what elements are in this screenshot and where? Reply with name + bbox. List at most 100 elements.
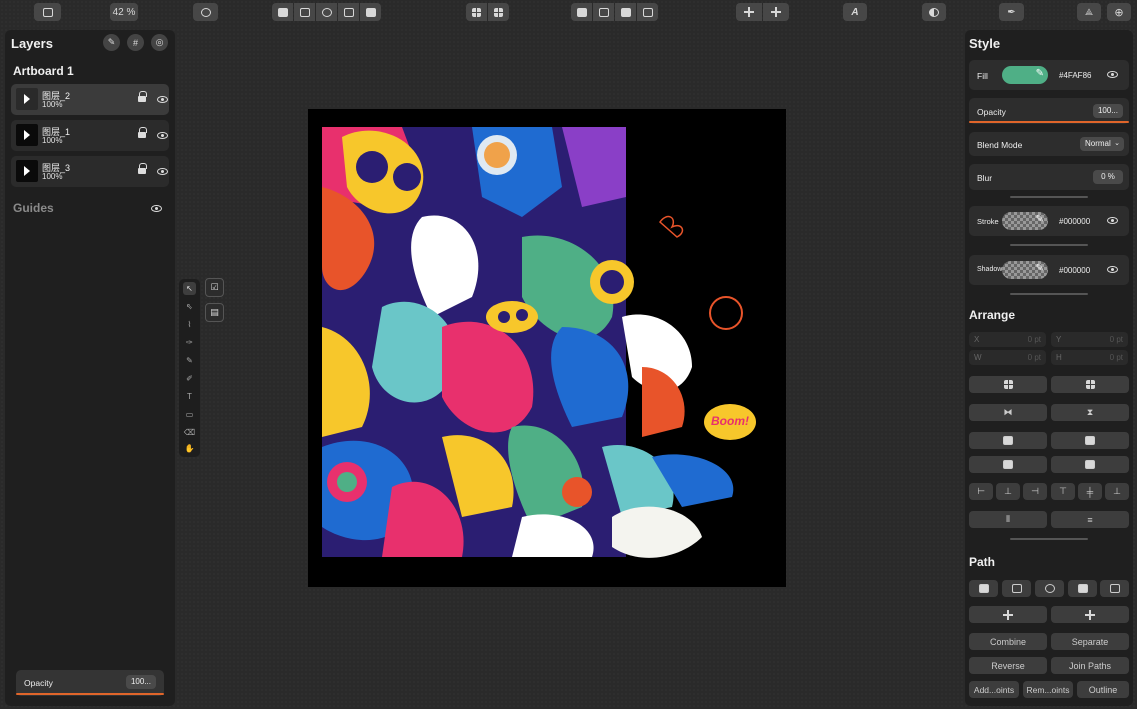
stroke-eye-off-icon[interactable] xyxy=(1107,217,1118,224)
path-divide-button[interactable] xyxy=(1100,580,1129,597)
brush-tool[interactable]: ✐ xyxy=(183,372,196,385)
flip-horizontal-button[interactable]: ⧓ xyxy=(969,404,1047,421)
align-top-button[interactable]: ⊤ xyxy=(1051,483,1075,500)
opacity-value[interactable]: 100... xyxy=(1093,104,1123,118)
node-tool[interactable]: ⌇ xyxy=(183,318,196,331)
pen-tool-button[interactable]: ✒ xyxy=(999,3,1024,21)
eye-icon[interactable] xyxy=(157,168,168,175)
scale-button[interactable] xyxy=(763,3,789,21)
unlock-icon[interactable] xyxy=(138,163,147,175)
layer-row[interactable]: 图层_1 100% xyxy=(11,120,169,151)
text-tool-button[interactable]: A xyxy=(843,3,867,21)
reverse-button[interactable]: Reverse xyxy=(969,657,1047,674)
y-field[interactable]: Y 0 pt xyxy=(1051,332,1128,347)
add-points-button[interactable]: Add...oints xyxy=(969,681,1019,698)
blur-slider[interactable]: Blur 0 % xyxy=(969,164,1129,190)
path-scale-button[interactable] xyxy=(1051,606,1129,623)
artboard-canvas[interactable]: Boom! xyxy=(308,109,786,587)
align-center-v-button[interactable]: ╪ xyxy=(1078,483,1102,500)
send-backward-button[interactable] xyxy=(615,3,636,21)
stroke-label: Stroke xyxy=(977,217,999,226)
path-subtract-button[interactable] xyxy=(1002,580,1031,597)
join-paths-button[interactable]: Join Paths xyxy=(1051,657,1129,674)
bring-forward-button[interactable] xyxy=(593,3,614,21)
pencil-tool-button[interactable] xyxy=(193,3,218,21)
fill-eye-icon[interactable] xyxy=(1107,71,1118,78)
pencil-tool[interactable]: ✎ xyxy=(183,354,196,367)
send-backward-button[interactable] xyxy=(969,456,1047,473)
align-bottom-button[interactable]: ⊥ xyxy=(1105,483,1129,500)
distribute-v-button[interactable]: ≡ xyxy=(1051,511,1129,528)
guides-eye-icon[interactable] xyxy=(151,205,162,212)
layer-row[interactable]: 图层_3 100% xyxy=(11,156,169,187)
intersect-button[interactable] xyxy=(316,3,337,21)
layer-opacity-slider[interactable]: Opacity 100... xyxy=(16,670,164,696)
mask-button[interactable] xyxy=(922,3,946,21)
outline-button[interactable]: Outline xyxy=(1077,681,1129,698)
ungroup-button[interactable] xyxy=(1051,376,1129,393)
flip-vertical-button[interactable]: ⧗ xyxy=(1051,404,1129,421)
align-right-button[interactable]: ⊣ xyxy=(1023,483,1047,500)
bring-front-button[interactable] xyxy=(571,3,592,21)
add-button[interactable]: ⊕ xyxy=(1107,3,1131,21)
separate-button[interactable]: Separate xyxy=(1051,633,1129,650)
eraser-tool[interactable]: ⌫ xyxy=(183,426,196,439)
style-opacity-slider[interactable]: Opacity 100... xyxy=(969,98,1129,124)
stroke-row[interactable]: Stroke ✎ #000000 xyxy=(969,206,1129,236)
opacity-value[interactable]: 100... xyxy=(126,675,156,689)
unlock-icon[interactable] xyxy=(138,127,147,139)
edit-layer-button[interactable]: ✎ xyxy=(103,34,120,51)
path-intersect-button[interactable] xyxy=(1035,580,1064,597)
x-field[interactable]: X 0 pt xyxy=(969,332,1046,347)
layers-panel: Layers ✎ # ◎ Artboard 1 图层_2 100% 图层_1 1… xyxy=(5,30,175,706)
fill-row[interactable]: Fill ✎ #4FAF86 xyxy=(969,60,1129,90)
h-field[interactable]: H 0 pt xyxy=(1051,350,1128,365)
shape-tool[interactable]: ▭ xyxy=(183,408,196,421)
shadow-row[interactable]: Shadow ✎ #000000 xyxy=(969,255,1129,285)
distribute-h-button[interactable]: ⫴ xyxy=(969,511,1047,528)
fill-swatch[interactable]: ✎ xyxy=(1002,66,1048,84)
subtract-button[interactable] xyxy=(294,3,315,21)
zoom-level-button[interactable]: 42 % xyxy=(110,3,138,21)
layers-toggle-button[interactable] xyxy=(34,3,61,21)
exclude-button[interactable] xyxy=(338,3,359,21)
vector-button[interactable]: ⟁ xyxy=(1077,3,1101,21)
grid-toggle-button[interactable]: # xyxy=(127,34,144,51)
direct-select-tool[interactable]: ⇖ xyxy=(183,300,196,313)
group-button[interactable] xyxy=(969,376,1047,393)
tool-option-button-1[interactable]: ☑ xyxy=(205,278,224,297)
move-button[interactable] xyxy=(736,3,762,21)
text-tool[interactable]: T xyxy=(183,390,196,403)
send-back-button[interactable] xyxy=(637,3,658,21)
divide-button[interactable] xyxy=(360,3,381,21)
shadow-swatch[interactable]: ✎ xyxy=(1002,261,1048,279)
bring-front-button[interactable] xyxy=(969,432,1047,449)
path-union-button[interactable] xyxy=(969,580,998,597)
align-center-h-button[interactable]: ⊥ xyxy=(996,483,1020,500)
blend-mode-dropdown[interactable]: Normal ⌄ xyxy=(1080,137,1124,151)
hand-tool[interactable]: ✋ xyxy=(183,442,196,455)
w-field[interactable]: W 0 pt xyxy=(969,350,1046,365)
remove-points-button[interactable]: Rem...oints xyxy=(1023,681,1073,698)
pen-tool[interactable]: ✑ xyxy=(183,336,196,349)
layer-row[interactable]: 图层_2 100% xyxy=(11,84,169,115)
send-back-button[interactable] xyxy=(1051,456,1129,473)
stroke-swatch[interactable]: ✎ xyxy=(1002,212,1048,230)
combine-button[interactable]: Combine xyxy=(969,633,1047,650)
path-move-button[interactable] xyxy=(969,606,1047,623)
arrange-order-group xyxy=(571,3,658,21)
eye-icon[interactable] xyxy=(157,132,168,139)
grid-button[interactable] xyxy=(466,3,487,21)
eye-icon[interactable] xyxy=(157,96,168,103)
align-left-button[interactable]: ⊢ xyxy=(969,483,993,500)
layer-options-button[interactable]: ◎ xyxy=(151,34,168,51)
shadow-eye-off-icon[interactable] xyxy=(1107,266,1118,273)
unlock-icon[interactable] xyxy=(138,91,147,103)
blur-value[interactable]: 0 % xyxy=(1093,170,1123,184)
tile-button[interactable] xyxy=(488,3,509,21)
tool-option-button-2[interactable]: ▤ xyxy=(205,303,224,322)
union-button[interactable] xyxy=(272,3,293,21)
select-tool[interactable]: ↖ xyxy=(183,282,196,295)
path-exclude-button[interactable] xyxy=(1068,580,1097,597)
bring-forward-button[interactable] xyxy=(1051,432,1129,449)
